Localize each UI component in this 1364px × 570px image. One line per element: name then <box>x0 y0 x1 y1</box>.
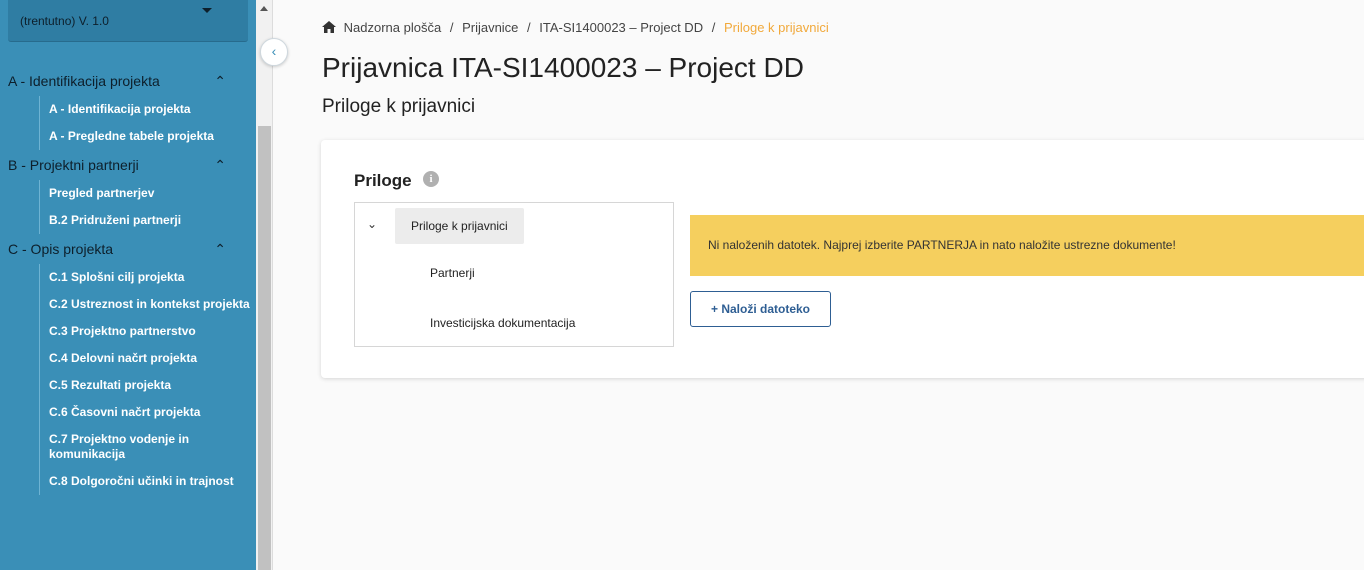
page-title: Prijavnica ITA-SI1400023 – Project DD <box>322 52 804 83</box>
chevron-down-icon[interactable]: ⌄ <box>367 217 377 231</box>
chevron-left-icon: ‹ <box>271 43 277 59</box>
sidebar-scrollbar[interactable] <box>256 0 273 570</box>
version-selector[interactable]: (trentutno) V. 1.0 <box>8 0 248 42</box>
tree-node-root[interactable]: Priloge k prijavnici <box>395 208 524 244</box>
sidebar-section-a[interactable]: A - Identifikacija projekta ⌃ <box>0 66 256 96</box>
no-files-alert: Ni naloženih datotek. Najprej izberite P… <box>690 215 1364 276</box>
attachments-tree: ⌄ Priloge k prijavnici Partnerji Investi… <box>354 202 674 347</box>
sidebar: (trentutno) V. 1.0 A - Identifikacija pr… <box>0 0 256 570</box>
breadcrumb-separator: / <box>449 20 454 35</box>
card-title: Priloge <box>354 171 412 190</box>
version-label: (trentutno) V. 1.0 <box>20 14 109 28</box>
sidebar-submenu-b: Pregled partnerjev B.2 Pridruženi partne… <box>39 180 256 234</box>
chevron-up-icon: ⌃ <box>214 73 226 89</box>
sidebar-item-c5[interactable]: C.5 Rezultati projekta <box>49 372 256 399</box>
sidebar-section-label: C - Opis projekta <box>8 241 114 257</box>
chevron-up-icon: ⌃ <box>214 157 226 173</box>
page-subtitle: Priloge k prijavnici <box>322 96 476 117</box>
sidebar-section-c[interactable]: C - Opis projekta ⌃ <box>0 234 256 264</box>
sidebar-submenu-c: C.1 Splošni cilj projekta C.2 Ustreznost… <box>39 264 256 495</box>
sidebar-item-c6[interactable]: C.6 Časovni načrt projekta <box>49 399 256 426</box>
sidebar-item-c1[interactable]: C.1 Splošni cilj projekta <box>49 264 256 291</box>
sidebar-submenu-a: A - Identifikacija projekta A - Pregledn… <box>39 96 256 150</box>
breadcrumb-link-dashboard[interactable]: Nadzorna plošča <box>344 20 442 35</box>
sidebar-item-c3[interactable]: C.3 Projektno partnerstvo <box>49 318 256 345</box>
scrollbar-thumb[interactable] <box>258 126 271 570</box>
sidebar-section-label: B - Projektni partnerji <box>8 157 139 173</box>
sidebar-item-a-pregledne-tabele[interactable]: A - Pregledne tabele projekta <box>49 123 256 150</box>
breadcrumb-link-prijavnice[interactable]: Prijavnice <box>462 20 518 35</box>
upload-file-button[interactable]: + Naloži datoteko <box>690 291 831 327</box>
sidebar-section-label: A - Identifikacija projekta <box>8 73 160 89</box>
attachments-card: Priloge i ⌄ Priloge k prijavnici Partner… <box>321 140 1364 378</box>
breadcrumb-separator: / <box>527 20 531 35</box>
collapse-sidebar-button[interactable]: ‹ <box>260 38 288 66</box>
sidebar-item-b2-pridruzeni[interactable]: B.2 Pridruženi partnerji <box>49 207 256 234</box>
caret-down-icon <box>202 8 212 13</box>
breadcrumb-separator: / <box>711 20 716 35</box>
sidebar-item-pregled-partnerjev[interactable]: Pregled partnerjev <box>49 180 256 207</box>
sidebar-item-c2[interactable]: C.2 Ustreznost in kontekst projekta <box>49 291 256 318</box>
sidebar-item-c8[interactable]: C.8 Dolgoročni učinki in trajnost <box>49 468 256 495</box>
info-icon[interactable]: i <box>423 171 439 187</box>
sidebar-item-c7[interactable]: C.7 Projektno vodenje in komunikacija <box>49 426 256 468</box>
sidebar-menu: A - Identifikacija projekta ⌃ A - Identi… <box>0 66 256 495</box>
breadcrumb-current: Priloge k prijavnici <box>723 20 829 35</box>
sidebar-item-a-identifikacija[interactable]: A - Identifikacija projekta <box>49 96 256 123</box>
breadcrumb-link-project[interactable]: ITA-SI1400023 – Project DD <box>539 20 703 35</box>
chevron-up-icon: ⌃ <box>214 241 226 257</box>
tree-node-partnerji[interactable]: Partnerji <box>430 266 475 280</box>
sidebar-section-b[interactable]: B - Projektni partnerji ⌃ <box>0 150 256 180</box>
breadcrumb: Nadzorna plošča / Prijavnice / ITA-SI140… <box>322 20 829 35</box>
tree-node-investicijska[interactable]: Investicijska dokumentacija <box>430 316 575 330</box>
sidebar-item-c4[interactable]: C.4 Delovni načrt projekta <box>49 345 256 372</box>
home-icon[interactable] <box>322 21 336 33</box>
scroll-up-arrow-icon[interactable] <box>260 6 268 11</box>
